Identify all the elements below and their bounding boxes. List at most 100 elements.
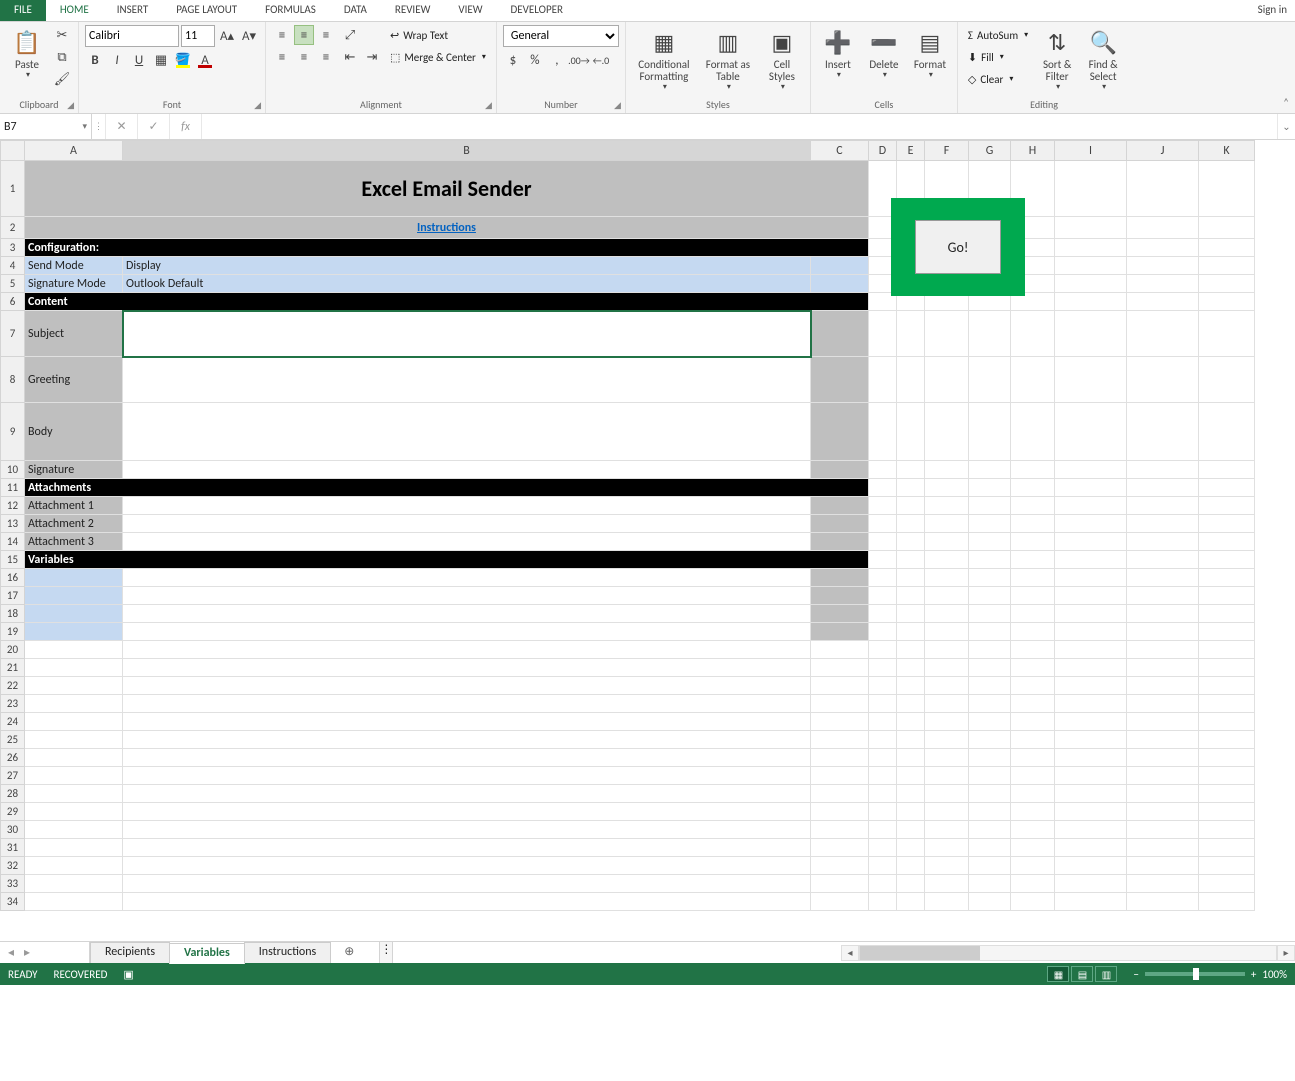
bold-button[interactable]: B — [85, 50, 105, 70]
cell-C27[interactable] — [811, 767, 869, 785]
cell-F27[interactable] — [925, 767, 969, 785]
cell-C13[interactable] — [811, 515, 869, 533]
cell-E7[interactable] — [897, 311, 925, 357]
clear-button[interactable]: ◇Clear▾ — [964, 69, 1032, 89]
decrease-indent-button[interactable]: ⇤ — [340, 47, 360, 67]
cell-J32[interactable] — [1127, 857, 1199, 875]
sheet-tab-instructions[interactable]: Instructions — [244, 942, 331, 963]
cell-K13[interactable] — [1199, 515, 1255, 533]
cell-D33[interactable] — [869, 875, 897, 893]
cell-C29[interactable] — [811, 803, 869, 821]
cell-K21[interactable] — [1199, 659, 1255, 677]
tab-pagelayout[interactable]: PAGE LAYOUT — [162, 0, 251, 21]
cell-E20[interactable] — [897, 641, 925, 659]
cancel-formula-icon[interactable]: ✕ — [106, 114, 138, 139]
cell-K12[interactable] — [1199, 497, 1255, 515]
cell-H10[interactable] — [1011, 461, 1055, 479]
cell-A31[interactable] — [25, 839, 123, 857]
cell-D12[interactable] — [869, 497, 897, 515]
page-layout-view-icon[interactable]: ▤ — [1071, 966, 1093, 982]
row-header-2[interactable]: 2 — [1, 217, 25, 239]
row-header-1[interactable]: 1 — [1, 161, 25, 217]
cell-E24[interactable] — [897, 713, 925, 731]
decrease-decimal-button[interactable]: ←.0 — [591, 50, 611, 70]
cell-H24[interactable] — [1011, 713, 1055, 731]
cell-E33[interactable] — [897, 875, 925, 893]
cell-D23[interactable] — [869, 695, 897, 713]
col-header-B[interactable]: B — [123, 141, 811, 161]
increase-decimal-button[interactable]: .00→ — [569, 50, 589, 70]
cell-J15[interactable] — [1127, 551, 1199, 569]
cell-H23[interactable] — [1011, 695, 1055, 713]
cell-J31[interactable] — [1127, 839, 1199, 857]
font-name-input[interactable] — [85, 25, 179, 47]
cell-J3[interactable] — [1127, 239, 1199, 257]
tab-developer[interactable]: DEVELOPER — [497, 0, 577, 21]
cell-C28[interactable] — [811, 785, 869, 803]
cell-E11[interactable] — [897, 479, 925, 497]
cell-J12[interactable] — [1127, 497, 1199, 515]
cell-D13[interactable] — [869, 515, 897, 533]
cell-E21[interactable] — [897, 659, 925, 677]
cell-B17[interactable] — [123, 587, 811, 605]
cell-D21[interactable] — [869, 659, 897, 677]
cell-E28[interactable] — [897, 785, 925, 803]
decrease-font-icon[interactable]: A▾ — [239, 26, 259, 46]
cell-B7[interactable] — [123, 311, 811, 357]
cell-E14[interactable] — [897, 533, 925, 551]
underline-button[interactable]: U — [129, 50, 149, 70]
number-format-select[interactable]: General — [503, 25, 619, 47]
cell-A12[interactable]: Attachment 1 — [25, 497, 123, 515]
cell-I26[interactable] — [1055, 749, 1127, 767]
sheet-tab-recipients[interactable]: Recipients — [90, 942, 170, 963]
go-button[interactable]: Go! — [915, 220, 1001, 274]
cell-K18[interactable] — [1199, 605, 1255, 623]
cell-J33[interactable] — [1127, 875, 1199, 893]
cell-F15[interactable] — [925, 551, 969, 569]
cell-K22[interactable] — [1199, 677, 1255, 695]
cell-A18[interactable] — [25, 605, 123, 623]
cell-B4[interactable]: Display — [123, 257, 811, 275]
cell-B12[interactable] — [123, 497, 811, 515]
row-header-31[interactable]: 31 — [1, 839, 25, 857]
cell-H32[interactable] — [1011, 857, 1055, 875]
cell-K30[interactable] — [1199, 821, 1255, 839]
cell-I18[interactable] — [1055, 605, 1127, 623]
row-header-12[interactable]: 12 — [1, 497, 25, 515]
cell-I29[interactable] — [1055, 803, 1127, 821]
cell-J2[interactable] — [1127, 217, 1199, 239]
cell-G20[interactable] — [969, 641, 1011, 659]
clipboard-launcher-icon[interactable]: ◢ — [67, 100, 74, 111]
cell-G25[interactable] — [969, 731, 1011, 749]
row-header-25[interactable]: 25 — [1, 731, 25, 749]
cell-B21[interactable] — [123, 659, 811, 677]
cell-J29[interactable] — [1127, 803, 1199, 821]
row-header-7[interactable]: 7 — [1, 311, 25, 357]
cell-G12[interactable] — [969, 497, 1011, 515]
row-header-13[interactable]: 13 — [1, 515, 25, 533]
cell-I10[interactable] — [1055, 461, 1127, 479]
new-sheet-button[interactable]: ⊕ — [330, 942, 368, 963]
format-as-table-button[interactable]: ▥Format as Table▾ — [700, 25, 756, 94]
cell-H7[interactable] — [1011, 311, 1055, 357]
delete-cells-button[interactable]: ➖Delete▾ — [863, 25, 905, 82]
row-header-3[interactable]: 3 — [1, 239, 25, 257]
zoom-out-icon[interactable]: − — [1133, 968, 1138, 981]
number-launcher-icon[interactable]: ◢ — [614, 100, 621, 111]
cell-I24[interactable] — [1055, 713, 1127, 731]
cell-I27[interactable] — [1055, 767, 1127, 785]
cell-F11[interactable] — [925, 479, 969, 497]
cell-K20[interactable] — [1199, 641, 1255, 659]
percent-button[interactable]: % — [525, 50, 545, 70]
cell-G15[interactable] — [969, 551, 1011, 569]
cell-C21[interactable] — [811, 659, 869, 677]
cell-I1[interactable] — [1055, 161, 1127, 217]
row-header-16[interactable]: 16 — [1, 569, 25, 587]
cell-G7[interactable] — [969, 311, 1011, 357]
formula-input[interactable] — [202, 114, 1277, 139]
cell-D20[interactable] — [869, 641, 897, 659]
cell-G8[interactable] — [969, 357, 1011, 403]
cell-I13[interactable] — [1055, 515, 1127, 533]
cell-B20[interactable] — [123, 641, 811, 659]
cell-J24[interactable] — [1127, 713, 1199, 731]
